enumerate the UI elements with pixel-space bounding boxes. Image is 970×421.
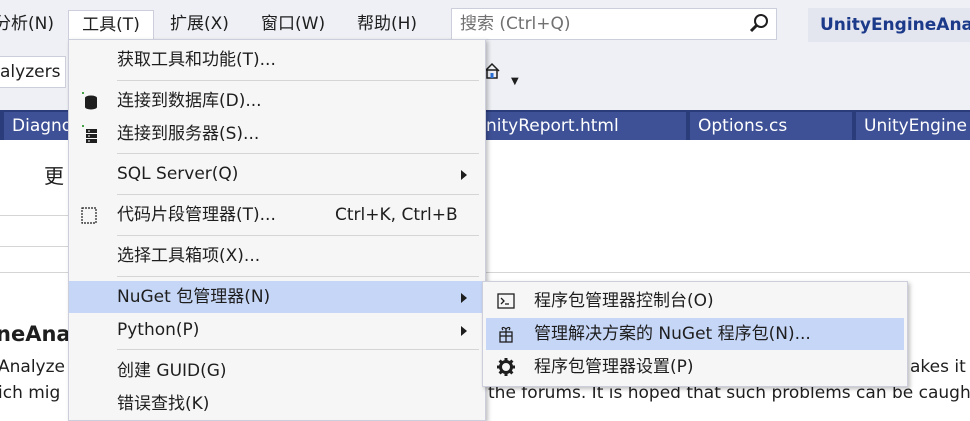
menu-item-label: 选择工具箱项(X)... [117, 246, 261, 266]
tab-unity-report[interactable]: nityReport.html [486, 112, 686, 140]
menu-tools[interactable]: 工具(T) [68, 10, 154, 40]
menu-item-label: 获取工具和功能(T)... [117, 50, 276, 70]
solution-name: UnityEngineAnal [808, 8, 970, 42]
content-heading: 更 [44, 164, 64, 188]
menu-separator [117, 153, 479, 154]
menu-help[interactable]: 帮助(H) [357, 10, 417, 38]
menu-item-label: 连接到服务器(S)... [117, 124, 260, 144]
menu-item-label: NuGet 包管理器(N) [117, 287, 271, 307]
gear-icon [497, 358, 515, 376]
menu-extensions[interactable]: 扩展(X) [170, 10, 229, 38]
divider [0, 215, 68, 216]
search-icon[interactable] [748, 13, 770, 35]
menu-window[interactable]: 窗口(W) [261, 10, 325, 38]
chevron-down-icon[interactable]: ▼ [511, 76, 519, 87]
tab-diagnostics[interactable]: Diagno [4, 112, 68, 140]
menu-item-label: SQL Server(Q) [117, 164, 239, 184]
menu-separator [117, 349, 479, 350]
console-icon [497, 293, 515, 309]
menu-item-package-console[interactable]: 程序包管理器控制台(O) [486, 285, 904, 317]
menu-item-create-guid[interactable]: 创建 GUID(G) [69, 355, 485, 387]
menu-separator [117, 235, 479, 236]
menu-item-label: 错误查找(K) [117, 394, 210, 414]
menu-item-label: 程序包管理器控制台(O) [534, 291, 714, 311]
menu-item-label: Python(P) [117, 320, 200, 340]
content-line: Analyze [0, 357, 65, 377]
menu-item-label: 连接到数据库(D)... [117, 91, 262, 111]
menu-item-choose-toolbox[interactable]: 选择工具箱项(X)... [69, 240, 485, 272]
divider [0, 246, 68, 247]
snippet-icon [81, 207, 97, 224]
nuget-submenu: 程序包管理器控制台(O) 管理解决方案的 NuGet 程序包(N)... 程序包… [482, 281, 908, 387]
menu-item-label: 创建 GUID(G) [117, 361, 227, 381]
chevron-right-icon [461, 326, 467, 336]
menu-item-get-tools[interactable]: 获取工具和功能(T)... [69, 44, 485, 76]
menu-item-python[interactable]: Python(P) [69, 314, 485, 346]
content-line: ich mig [0, 383, 61, 403]
menu-item-label: 管理解决方案的 NuGet 程序包(N)... [534, 324, 811, 344]
menu-item-shortcut: Ctrl+K, Ctrl+B [335, 205, 458, 225]
tools-menu: 获取工具和功能(T)... 连接到数据库(D)... 连接到服务器(S)... … [68, 39, 486, 421]
menu-item-manage-nuget[interactable]: 管理解决方案的 NuGet 程序包(N)... [486, 318, 904, 350]
menu-separator [117, 80, 479, 81]
menu-item-nuget[interactable]: NuGet 包管理器(N) [69, 281, 485, 313]
menu-separator [117, 194, 479, 195]
menu-item-label: 代码片段管理器(T)... [117, 205, 276, 225]
menu-separator [117, 276, 479, 277]
menu-item-snippet-manager[interactable]: 代码片段管理器(T)... Ctrl+K, Ctrl+B [69, 199, 485, 231]
server-icon [82, 125, 97, 143]
search-box[interactable]: 搜索 (Ctrl+Q) [451, 8, 777, 40]
toolbar-combo[interactable]: alyzers [0, 56, 66, 88]
menu-item-label: 程序包管理器设置(P) [534, 357, 694, 377]
menu-item-error-lookup[interactable]: 错误查找(K) [69, 388, 485, 420]
chevron-right-icon [461, 293, 467, 303]
menu-item-sql-server[interactable]: SQL Server(Q) [69, 158, 485, 190]
database-icon [82, 92, 97, 110]
content-line: akes it e [910, 357, 970, 377]
menu-item-connect-database[interactable]: 连接到数据库(D)... [69, 85, 485, 117]
chevron-right-icon [461, 170, 467, 180]
search-placeholder: 搜索 (Ctrl+Q) [460, 14, 571, 34]
tab-options-cs[interactable]: Options.cs [690, 112, 852, 140]
menu-item-package-settings[interactable]: 程序包管理器设置(P) [486, 351, 904, 383]
package-icon [499, 326, 513, 343]
menu-analyze[interactable]: 分析(N) [0, 10, 54, 38]
content-title: neAna [0, 322, 71, 346]
menu-item-connect-server[interactable]: 连接到服务器(S)... [69, 118, 485, 150]
tab-unity-engine[interactable]: UnityEngine [856, 112, 970, 140]
